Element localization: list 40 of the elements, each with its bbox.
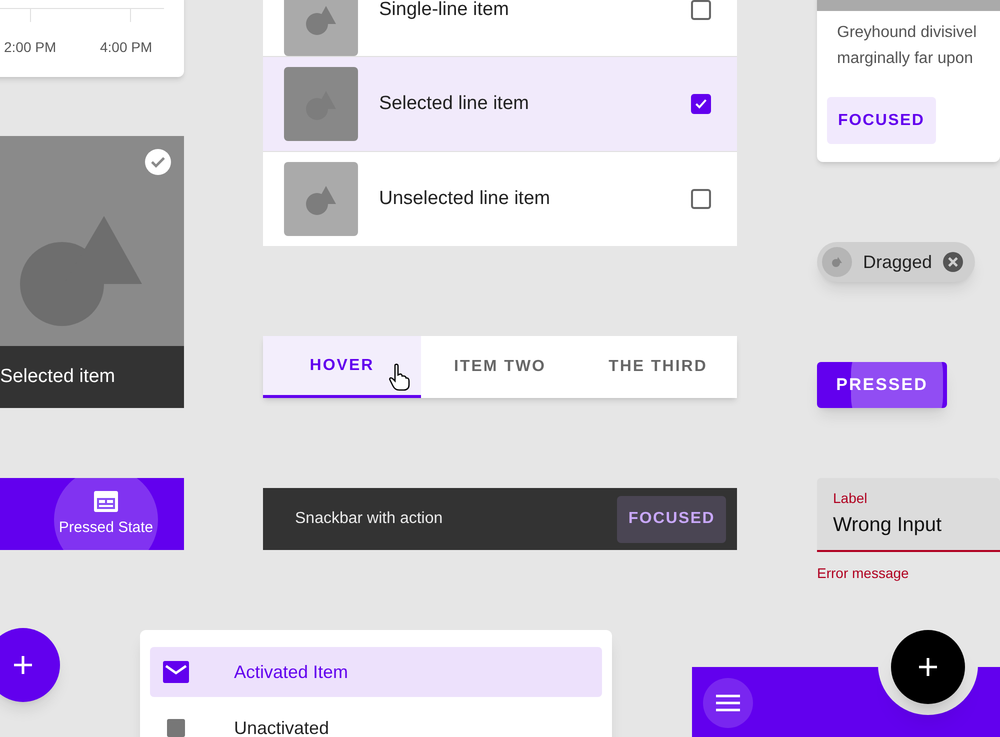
- card-text: marginally far upon: [837, 49, 974, 69]
- drawer-label: Activated Item: [234, 660, 348, 684]
- chip-avatar-icon: [822, 247, 852, 277]
- plus-icon: [918, 657, 938, 677]
- plus-icon: [13, 655, 33, 675]
- text-field[interactable]: Label Wrong Input: [817, 478, 1000, 552]
- snackbar-action[interactable]: FOCUSED: [617, 496, 726, 542]
- tab[interactable]: ITEM TWO: [421, 336, 579, 398]
- card-action[interactable]: FOCUSED: [827, 97, 936, 144]
- item-label: Selected line item: [379, 92, 530, 116]
- item-label: Unselected line item: [379, 186, 552, 211]
- close-icon[interactable]: [943, 252, 964, 272]
- pointer-cursor-icon: [388, 363, 410, 391]
- checkbox[interactable]: [691, 94, 711, 114]
- pressed-button[interactable]: PRESSED: [817, 362, 947, 408]
- menu-icon: [716, 694, 740, 712]
- item-label: Single-line item: [379, 0, 510, 22]
- error-message: Error message: [817, 564, 909, 583]
- snackbar-message: Snackbar with action: [295, 509, 444, 529]
- checkbox[interactable]: [691, 189, 711, 209]
- add-fab[interactable]: [0, 628, 60, 702]
- image-tile[interactable]: Selected item: [0, 136, 184, 408]
- mail-icon: [163, 659, 189, 685]
- drawer-item[interactable]: Unactivated: [150, 703, 602, 737]
- menu-button[interactable]: [703, 678, 753, 728]
- drawer-label: Unactivated: [234, 716, 330, 737]
- field-label: Label: [833, 490, 868, 506]
- field-value: Wrong Input: [833, 513, 943, 538]
- card-text: Greyhound divisivel: [837, 23, 978, 43]
- tile-caption: Selected item: [0, 364, 116, 389]
- checkbox[interactable]: [691, 0, 711, 20]
- drawer-item[interactable]: Activated Item: [150, 647, 602, 697]
- axis-label: 4:00 PM: [100, 38, 152, 57]
- calendar-icon: [93, 488, 119, 513]
- tab[interactable]: THE THIRD: [579, 336, 737, 398]
- chip-label: Dragged: [863, 250, 932, 274]
- tab[interactable]: HOVER: [263, 336, 421, 398]
- list-item[interactable]: Selected line item: [263, 56, 737, 151]
- axis-label: 2:00 PM: [4, 38, 56, 57]
- chip[interactable]: Dragged: [817, 242, 976, 282]
